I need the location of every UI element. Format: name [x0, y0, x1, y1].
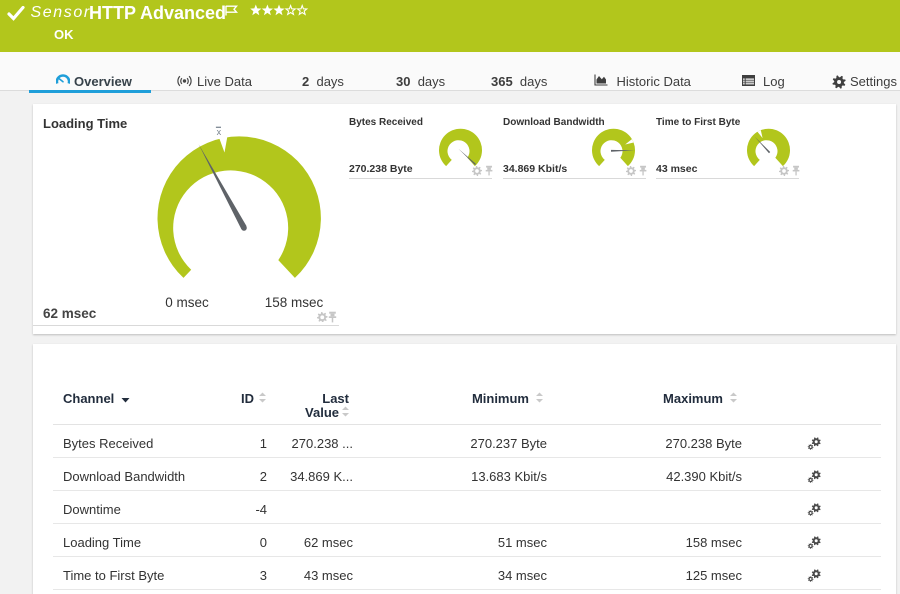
svg-text:x: x — [217, 127, 222, 137]
